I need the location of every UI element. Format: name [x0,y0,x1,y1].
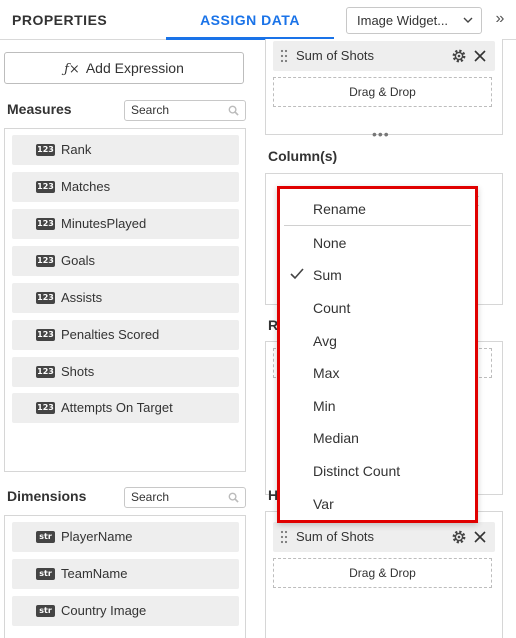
menu-item-min[interactable]: Min [280,390,475,422]
number-type-icon: 123 [36,144,55,156]
field-label: Attempts On Target [61,400,173,415]
list-item[interactable]: str Country Image [12,596,239,626]
field-label: Matches [61,179,111,194]
string-type-icon: str [36,568,55,580]
list-item[interactable]: 123 Rank [12,135,239,165]
measures-search-placeholder: Search [131,103,170,117]
close-icon[interactable] [473,49,487,63]
list-item[interactable]: 123 Shots [12,357,239,387]
assigned-field-chip[interactable]: Sum of Shots [273,522,495,552]
hidden-drop-box: Sum of Shots Drag & Drop [265,511,503,638]
list-item[interactable]: 123 Goals [12,246,239,276]
value-drop-box: Sum of Shots Drag & Drop [265,39,503,135]
resize-handle-icon[interactable]: ••• [372,127,390,141]
menu-item-max[interactable]: Max [280,357,475,389]
add-expression-label: Add Expression [85,60,184,76]
list-item[interactable]: 123 Penalties Scored [12,320,239,350]
tab-properties[interactable]: PROPERTIES [12,0,107,40]
dimensions-title: Dimensions [7,488,87,504]
chip-label: Sum of Shots [296,48,375,63]
search-icon [228,105,239,116]
dimensions-search-placeholder: Search [131,490,170,504]
measures-list: 123 Rank 123 Matches 123 MinutesPlayed 123 G… [4,128,246,472]
menu-item-none[interactable]: None [280,227,475,259]
add-expression-button[interactable]: ƒ× Add Expression [4,52,244,84]
aggregation-context-menu: Rename None Sum Count Avg Max Min Median… [277,186,478,523]
menu-divider [284,225,471,226]
widget-select[interactable]: Image Widget... [346,7,482,34]
dimensions-list: str PlayerName str TeamName str Country Ima… [4,515,246,638]
field-label: Shots [61,364,95,379]
menu-item-sum[interactable]: Sum [280,259,475,291]
menu-item-rename[interactable]: Rename [280,193,475,225]
measures-title: Measures [7,101,72,117]
number-type-icon: 123 [36,218,55,230]
number-type-icon: 123 [36,402,55,414]
function-icon: ƒ× [64,62,80,77]
field-label: PlayerName [61,529,133,544]
field-label: Country Image [61,603,147,618]
field-label: Penalties Scored [61,327,160,342]
close-icon[interactable] [473,530,487,544]
number-type-icon: 123 [36,255,55,267]
chip-label: Sum of Shots [296,529,375,544]
gear-icon[interactable] [451,529,467,545]
drop-zone[interactable]: Drag & Drop [273,558,492,588]
list-item[interactable]: str TeamName [12,559,239,589]
search-icon [228,492,239,503]
string-type-icon: str [36,531,55,543]
number-type-icon: 123 [36,292,55,304]
field-label: Rank [61,142,92,157]
list-item[interactable]: 123 Assists [12,283,239,313]
collapse-panel-button[interactable]: » [490,10,510,30]
menu-item-var[interactable]: Var [280,488,475,520]
field-label: Goals [61,253,95,268]
list-item[interactable]: 123 Matches [12,172,239,202]
assigned-field-chip[interactable]: Sum of Shots [273,41,495,71]
widget-select-value: Image Widget... [357,13,449,28]
menu-item-sum-label: Sum [313,267,342,283]
list-item[interactable]: str PlayerName [12,522,239,552]
drag-handle-icon[interactable] [280,530,288,544]
columns-title: Column(s) [268,148,338,164]
menu-item-distinct-count[interactable]: Distinct Count [280,455,475,487]
field-label: Assists [61,290,103,305]
list-item[interactable]: 123 MinutesPlayed [12,209,239,239]
number-type-icon: 123 [36,329,55,341]
number-type-icon: 123 [36,366,55,378]
menu-item-median[interactable]: Median [280,422,475,454]
checkmark-icon [290,268,304,280]
field-label: MinutesPlayed [61,216,147,231]
menu-item-count[interactable]: Count [280,292,475,324]
list-item[interactable]: 123 Attempts On Target [12,393,239,423]
measures-search-input[interactable]: Search [124,100,246,121]
tab-assign-data[interactable]: ASSIGN DATA [166,0,334,40]
data-source-panel: ƒ× Add Expression Measures Search 123 Rank… [0,41,254,638]
number-type-icon: 123 [36,181,55,193]
panel-header: PROPERTIES ASSIGN DATA Image Widget... » [0,0,516,40]
drag-handle-icon[interactable] [280,49,288,63]
gear-icon[interactable] [451,48,467,64]
field-label: TeamName [61,566,128,581]
dimensions-search-input[interactable]: Search [124,487,246,508]
chevron-down-icon [463,17,473,23]
string-type-icon: str [36,605,55,617]
menu-item-avg[interactable]: Avg [280,325,475,357]
drop-zone[interactable]: Drag & Drop [273,77,492,107]
